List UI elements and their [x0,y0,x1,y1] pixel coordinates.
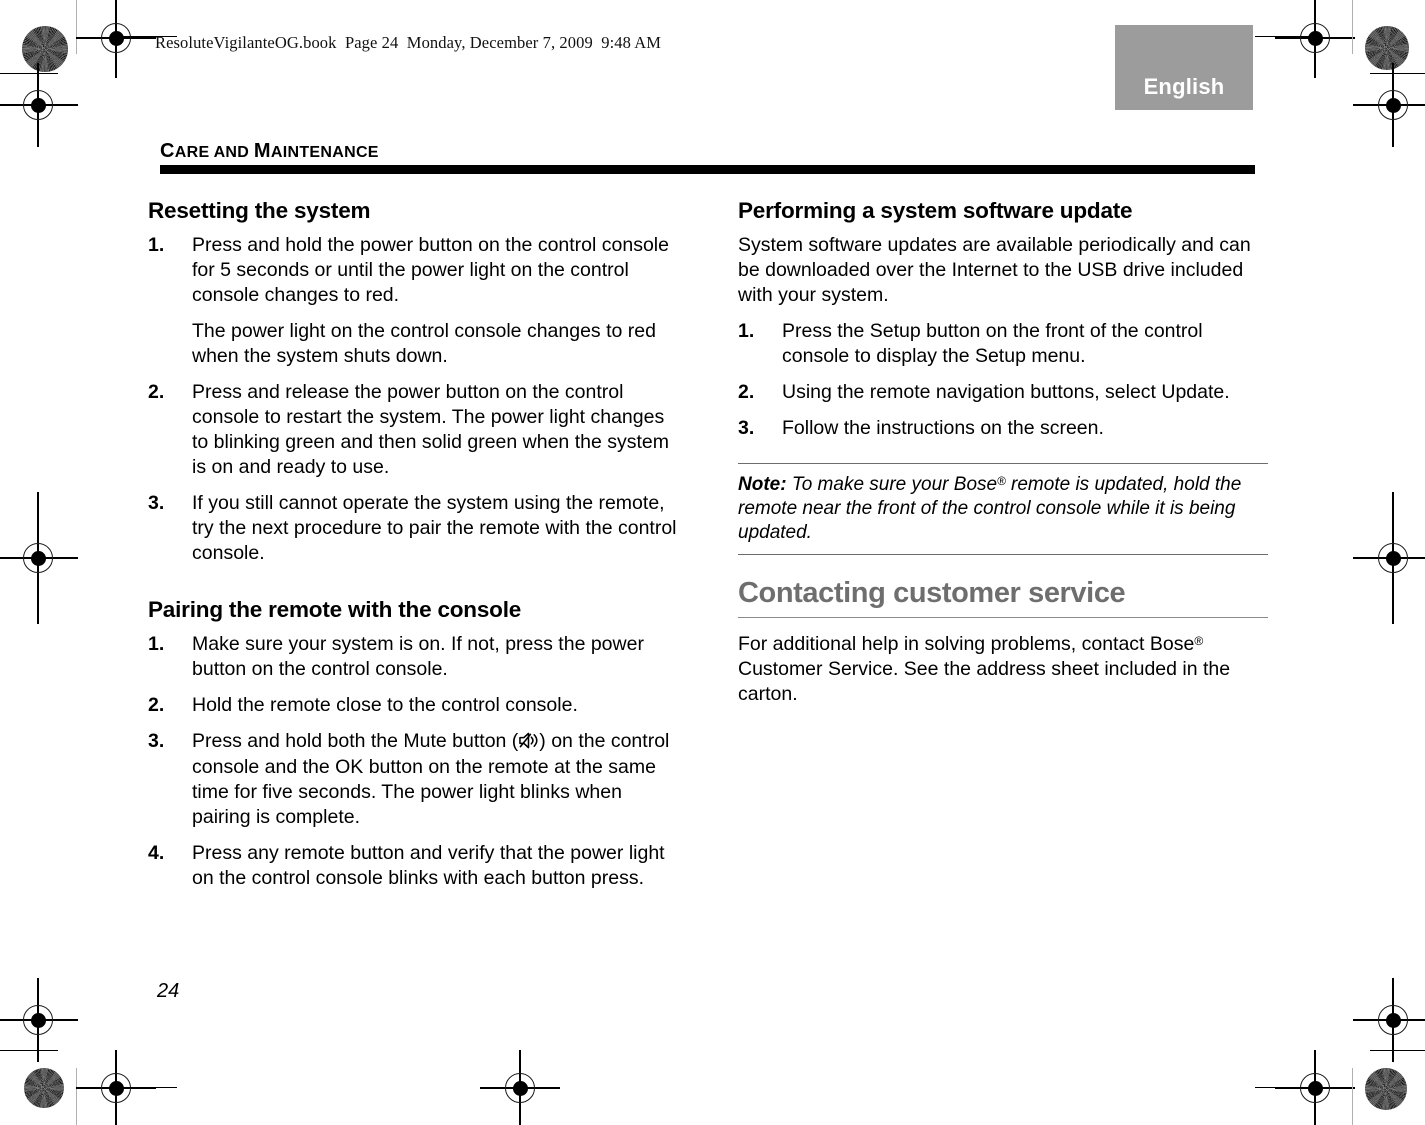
guide-line-top-left [76,0,78,54]
step-text: Hold the remote close to the control con… [192,694,578,717]
right-column: Performing a system software update Syst… [738,198,1268,718]
running-head-cap-2: M [253,140,271,162]
guide-line-top-right [1352,0,1354,54]
registered-trademark-icon: ® [997,475,1006,489]
registration-target-right-middle [1353,492,1425,624]
running-head-rule [160,165,1255,174]
step-item: 2. Press and release the power button on… [148,380,678,480]
step-number: 1. [148,633,165,656]
steps-software-update: 1. Press the Setup button on the front o… [738,319,1268,441]
closing-paragraph: For additional help in solving problems,… [738,632,1268,707]
step-number: 4. [148,841,165,864]
trim-line-right-upper [1370,73,1425,75]
step-text: Press and hold the power button on the c… [192,233,669,306]
trim-line-bottom-right [1255,1087,1317,1089]
trim-line-left-upper [0,73,58,75]
step-item: 3. Press and hold both the Mute button ()… [148,729,678,829]
step-text: Press the Setup button on the front of t… [782,320,1203,368]
running-head: CARE AND MAINTENANCE [160,140,379,163]
trim-line-bottom-left [115,1087,177,1089]
registration-target-right-upper [1353,63,1425,147]
language-tab-english: English [1115,25,1253,110]
step-number: 1. [148,233,165,256]
step-item: 3. Follow the instructions on the screen… [738,416,1268,441]
step-item: 1. Press and hold the power button on th… [148,233,678,369]
registration-target-top-left [76,0,156,78]
registration-target-left-upper [0,63,78,147]
step-text: Press any remote button and verify that … [192,841,665,889]
heading-resetting-the-system: Resetting the system [148,198,371,223]
note-text: Note: To make sure your Bose® remote is … [738,473,1268,545]
trim-line-left-lower [0,1050,58,1052]
starburst-mark-top-left [22,26,68,72]
note-body-part-1: To make sure your Bose [791,474,998,496]
step-number: 2. [738,381,755,404]
step-number: 2. [148,694,165,717]
mute-speaker-icon [518,731,539,750]
heading-performing-software-update: Performing a system software update [738,198,1133,223]
book-file-header: ResoluteVigilanteOG.book Page 24 Monday,… [155,33,662,52]
guide-line-bottom-left [76,1068,78,1125]
intro-paragraph-software-update: System software updates are available pe… [738,233,1251,306]
closing-text-part-1: For additional help in solving problems,… [738,632,1195,655]
language-tab-label: English [1143,74,1225,99]
registration-target-bottom-center [480,1050,560,1125]
step-item: 2. Hold the remote close to the control … [148,693,678,718]
note-block: Note: To make sure your Bose® remote is … [738,463,1268,556]
step-item: 1. Make sure your system is on. If not, … [148,632,678,682]
running-head-cap-1: C [160,140,175,162]
heading-contacting-customer-service: Contacting customer service [738,577,1126,610]
running-head-smallcaps-1: ARE AND [174,144,254,161]
step-number: 3. [148,492,165,515]
steps-resetting-the-system: 1. Press and hold the power button on th… [148,233,678,567]
step-item: 2. Using the remote navigation buttons, … [738,380,1268,405]
steps-pairing-the-remote: 1. Make sure your system is on. If not, … [148,632,678,890]
step-number: 3. [738,417,755,440]
registration-target-left-middle [0,492,78,624]
registration-target-top-right [1275,0,1355,78]
major-heading-rule [738,616,1268,618]
step-text: Press and release the power button on th… [192,381,669,479]
starburst-mark-bottom-right [1365,1068,1407,1110]
step-item: 1. Press the Setup button on the front o… [738,319,1268,369]
guide-line-bottom-right [1352,1068,1354,1125]
starburst-mark-top-right [1365,26,1409,70]
heading-pairing-the-remote: Pairing the remote with the console [148,597,522,623]
closing-text-part-2: Customer Service. See the address sheet … [738,657,1231,705]
step-sub-paragraph: The power light on the control console c… [192,320,656,368]
registration-target-left-lower [0,978,78,1062]
step-item: 3. If you still cannot operate the syste… [148,491,678,566]
running-head-smallcaps-2: AINTENANCE [270,144,379,161]
trim-line-right-lower [1370,1050,1425,1052]
step-text: If you still cannot operate the system u… [192,492,677,565]
trim-line-top-right [1255,36,1317,38]
step-number: 1. [738,320,755,343]
step-text-before-icon: Press and hold both the Mute button ( [192,730,519,753]
registered-trademark-icon: ® [1194,633,1204,648]
starburst-mark-bottom-left [24,1068,64,1108]
step-item: 4. Press any remote button and verify th… [148,841,678,891]
note-label: Note: [738,474,787,496]
step-text: Make sure your system is on. If not, pre… [192,633,644,681]
registration-target-right-lower [1353,978,1425,1062]
page-number: 24 [157,980,180,1002]
step-number: 3. [148,730,165,753]
step-text: Follow the instructions on the screen. [782,417,1104,440]
page-canvas: ResoluteVigilanteOG.book Page 24 Monday,… [0,0,1425,1125]
left-column: Resetting the system 1. Press and hold t… [148,198,678,902]
step-number: 2. [148,381,165,404]
step-text: Using the remote navigation buttons, sel… [782,381,1230,404]
